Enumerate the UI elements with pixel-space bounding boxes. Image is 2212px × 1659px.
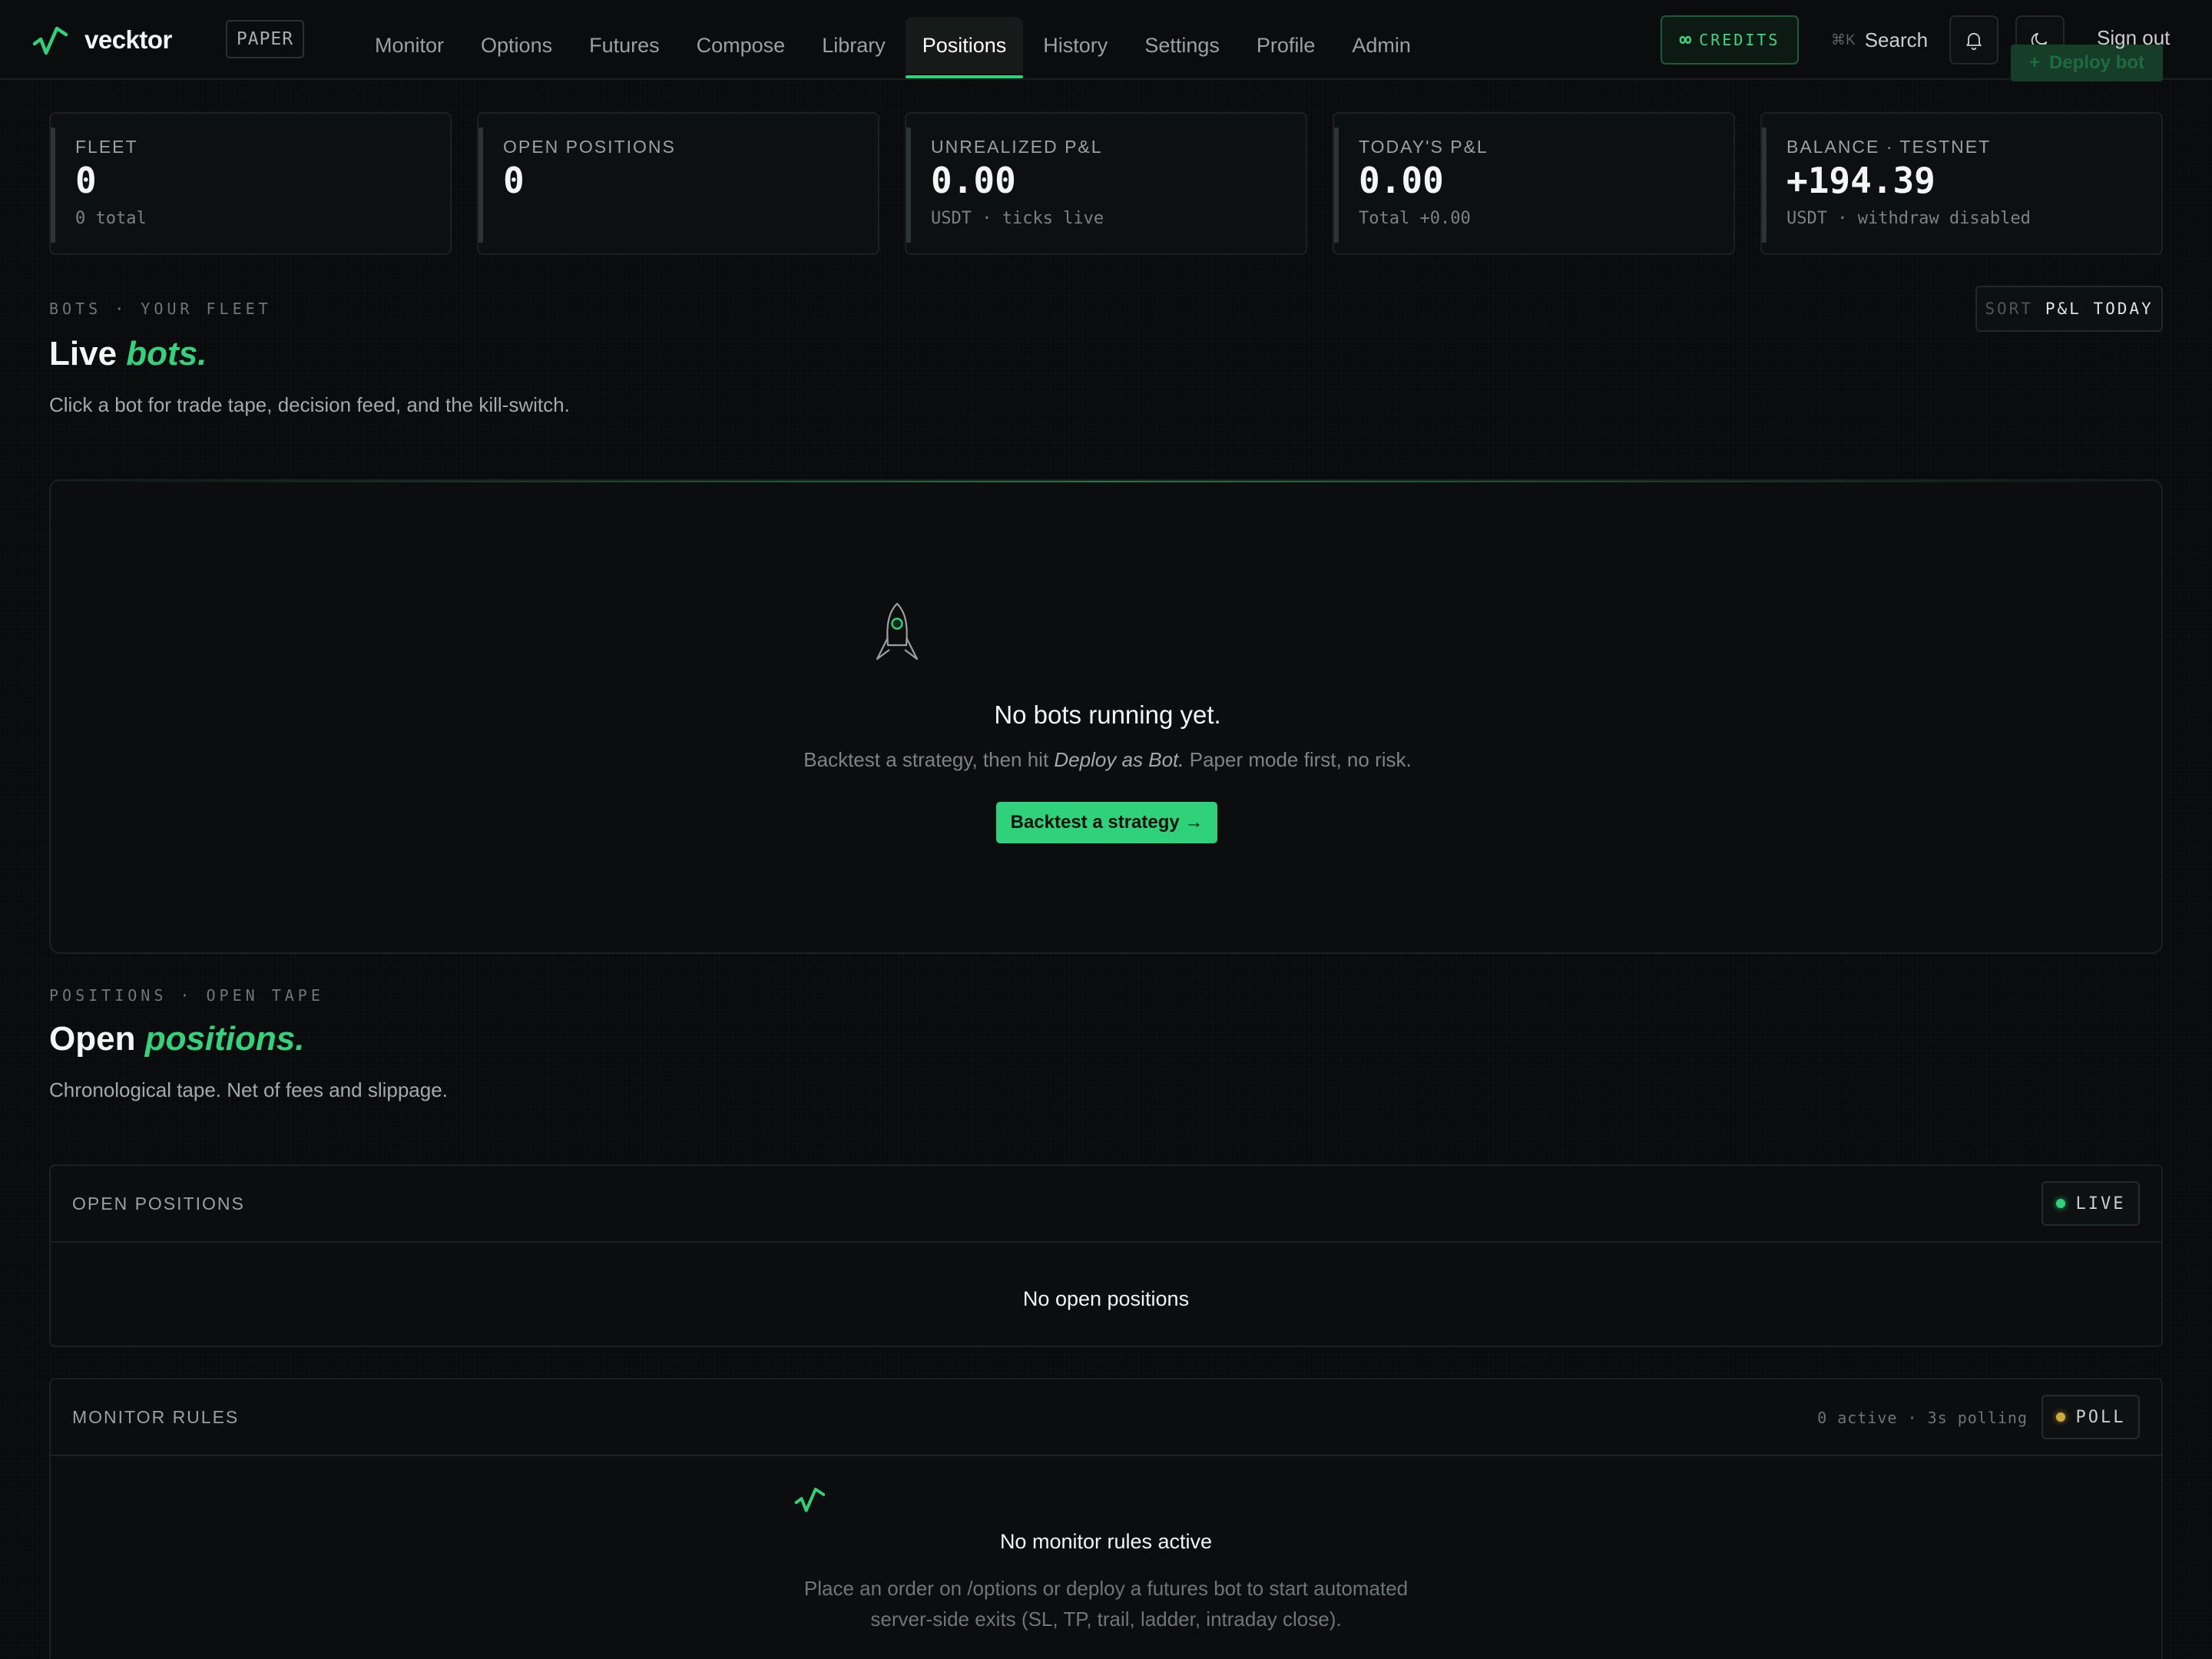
vecktor-logo-icon <box>794 1488 825 1512</box>
brand-logo[interactable]: vecktor <box>32 20 172 60</box>
nav-profile[interactable]: Profile <box>1240 17 1333 74</box>
deploy-bot-button[interactable]: + Deploy bot <box>2011 45 2163 81</box>
stat-value: +194.39 <box>1786 160 1936 201</box>
sort-value: P&L TODAY <box>2045 300 2154 318</box>
monitor-rules-title: MONITOR RULES <box>72 1407 240 1427</box>
bots-empty-desc-emphasis: Deploy as Bot. <box>1054 748 1184 771</box>
deploy-bot-label: Deploy bot <box>2049 52 2144 73</box>
bots-section-description: Click a bot for trade tape, decision fee… <box>49 393 570 416</box>
search-shortcut: ⌘K <box>1831 31 1856 48</box>
stat-card-balance: BALANCE · TESTNET +194.39 USDT · withdra… <box>1760 112 2163 255</box>
monitor-rules-empty-title: No monitor rules active <box>999 1530 1213 1553</box>
positions-section-title: Open positions. <box>49 1020 304 1058</box>
live-dot-icon <box>2055 1199 2065 1208</box>
nav-positions[interactable]: Positions <box>905 17 1024 78</box>
positions-title-accent: positions. <box>144 1020 305 1058</box>
live-status-chip[interactable]: LIVE <box>2041 1181 2140 1226</box>
stat-label: BALANCE · TESTNET <box>1786 137 1992 157</box>
backtest-strategy-button[interactable]: Backtest a strategy → <box>996 802 1217 843</box>
bots-eyebrow: BOTS · YOUR FLEET <box>49 300 272 318</box>
rocket-icon <box>876 602 919 661</box>
stat-card-open-positions: OPEN POSITIONS 0 <box>477 112 879 255</box>
poll-status-label: POLL <box>2075 1407 2126 1427</box>
stat-value: 0 <box>75 160 97 201</box>
bots-title-plain: Live <box>49 335 118 373</box>
positions-title-plain: Open <box>49 1020 136 1058</box>
bots-title-accent: bots. <box>126 335 207 373</box>
sort-selector[interactable]: SORT P&L TODAY <box>1975 286 2163 332</box>
stat-label: TODAY'S P&L <box>1359 137 1488 157</box>
brand-name: vecktor <box>84 25 172 54</box>
stat-value: 0.00 <box>931 160 1016 201</box>
bots-empty-desc-before: Backtest a strategy, then hit <box>803 748 1049 771</box>
nav-admin[interactable]: Admin <box>1335 17 1428 74</box>
poll-status-chip[interactable]: POLL <box>2041 1395 2140 1439</box>
open-positions-panel: OPEN POSITIONS LIVE No open positions <box>49 1164 2163 1347</box>
nav-options[interactable]: Options <box>464 17 569 74</box>
infinity-icon: ∞ <box>1679 28 1692 51</box>
search-label: Search <box>1864 28 1929 51</box>
poll-dot-icon <box>2055 1412 2065 1422</box>
bots-empty-panel: No bots running yet. Backtest a strategy… <box>49 479 2163 954</box>
notifications-button[interactable] <box>1949 15 1998 65</box>
bots-section-title: Live bots. <box>49 335 207 373</box>
credits-label: CREDITS <box>1699 31 1780 49</box>
positions-eyebrow: POSITIONS · OPEN TAPE <box>49 986 324 1005</box>
live-status-label: LIVE <box>2075 1194 2126 1214</box>
stat-sub: USDT · ticks live <box>931 209 1104 228</box>
paper-mode-badge: PAPER <box>226 20 304 58</box>
vecktor-logo-icon <box>32 26 68 55</box>
stat-label: UNREALIZED P&L <box>931 137 1103 157</box>
open-positions-header: OPEN POSITIONS LIVE <box>51 1166 2161 1243</box>
sign-out-link[interactable]: Sign out <box>2097 26 2170 50</box>
top-navigation-bar: vecktor PAPER Monitor Options Futures Co… <box>0 0 2212 81</box>
nav-monitor[interactable]: Monitor <box>358 17 461 74</box>
nav-history[interactable]: History <box>1026 17 1124 74</box>
bots-empty-description: Backtest a strategy, then hit Deploy as … <box>51 748 2161 772</box>
positions-section-description: Chronological tape. Net of fees and slip… <box>49 1078 448 1101</box>
monitor-rules-panel: MONITOR RULES 0 active · 3s polling POLL… <box>49 1378 2163 1659</box>
stat-label: OPEN POSITIONS <box>503 137 676 157</box>
nav-library[interactable]: Library <box>805 17 902 74</box>
nav-compose[interactable]: Compose <box>680 17 803 74</box>
stat-value: 0 <box>503 160 525 201</box>
stat-sub: Total +0.00 <box>1359 209 1471 228</box>
main-nav: Monitor Options Futures Compose Library … <box>358 0 1431 80</box>
stat-value: 0.00 <box>1359 160 1444 201</box>
stat-sub: 0 total <box>75 209 147 228</box>
monitor-rules-empty-description: Place an order on /options or deploy a f… <box>51 1573 2161 1634</box>
monitor-rules-header: MONITOR RULES 0 active · 3s polling POLL <box>51 1379 2161 1456</box>
stat-card-unrealized-pnl: UNREALIZED P&L 0.00 USDT · ticks live <box>905 112 1307 255</box>
plus-icon: + <box>2028 52 2040 73</box>
bots-empty-title: No bots running yet. <box>994 700 1221 729</box>
stat-card-todays-pnl: TODAY'S P&L 0.00 Total +0.00 <box>1333 112 1735 255</box>
stat-card-fleet: FLEET 0 0 total <box>49 112 452 255</box>
open-positions-empty: No open positions <box>1022 1287 1190 1310</box>
sort-key: SORT <box>1985 300 2033 318</box>
monitor-desc-line-2: server-side exits (SL, TP, trail, ladder… <box>870 1608 1342 1631</box>
monitor-desc-line-1: Place an order on /options or deploy a f… <box>803 1577 1409 1600</box>
stat-sub: USDT · withdraw disabled <box>1786 209 2031 228</box>
credits-button[interactable]: ∞ CREDITS <box>1661 15 1799 65</box>
bell-icon <box>1966 32 1982 51</box>
stat-label: FLEET <box>75 137 138 157</box>
open-positions-title: OPEN POSITIONS <box>72 1194 245 1214</box>
bots-empty-desc-after: Paper mode first, no risk. <box>1189 748 1412 771</box>
search-button[interactable]: ⌘K Search <box>1831 22 1928 58</box>
nav-futures[interactable]: Futures <box>572 17 677 74</box>
nav-settings[interactable]: Settings <box>1128 17 1237 74</box>
monitor-rules-meta: 0 active · 3s polling <box>1817 1409 2028 1427</box>
